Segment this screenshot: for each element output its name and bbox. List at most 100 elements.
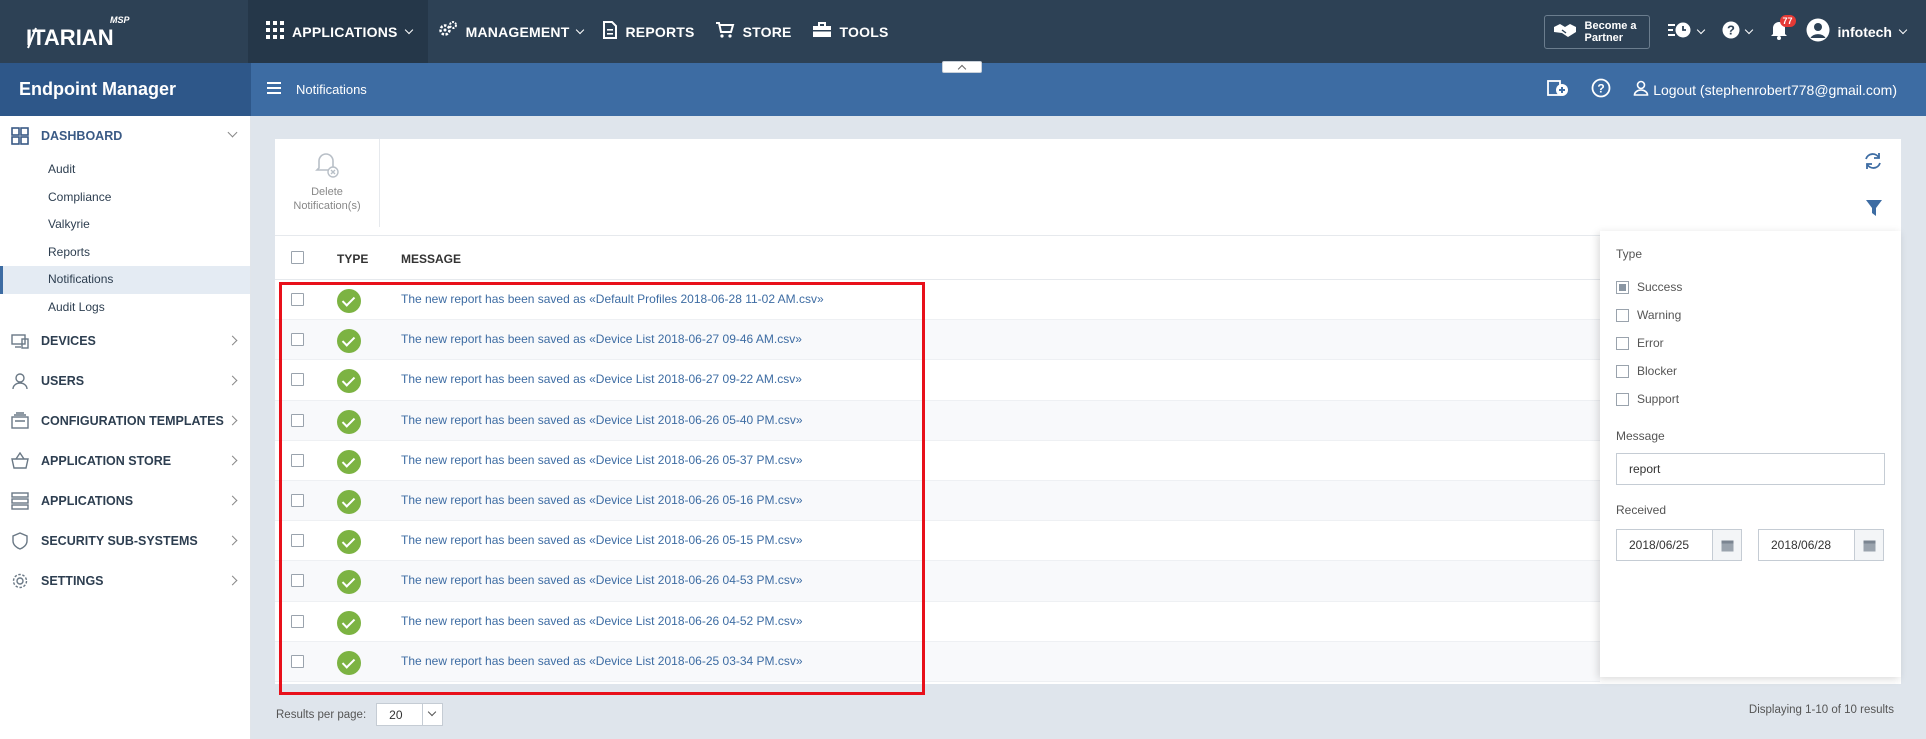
sidebar-group-configuration-templates[interactable]: CONFIGURATION TEMPLATES: [0, 401, 250, 441]
checkbox[interactable]: [1616, 364, 1629, 378]
filter-type-warning[interactable]: Warning: [1616, 301, 1885, 329]
help-menu[interactable]: ?: [1722, 21, 1753, 42]
logout-link[interactable]: Logout (stephenrobert778@gmail.com): [1633, 80, 1897, 99]
sidebar-group-security-sub-systems[interactable]: SECURITY SUB-SYSTEMS: [0, 521, 250, 561]
select-all-checkbox[interactable]: [291, 251, 304, 264]
become-partner-button[interactable]: Become a Partner: [1543, 14, 1650, 49]
notification-message-link[interactable]: The new report has been saved as «Device…: [401, 493, 803, 507]
itarian-logo[interactable]: ITARIAN MSP: [22, 12, 147, 50]
sidebar-item-audit-logs[interactable]: Audit Logs: [0, 294, 250, 322]
filter-type-blocker[interactable]: Blocker: [1616, 357, 1885, 385]
applications-icon: [10, 491, 30, 511]
nav-management[interactable]: MANAGEMENT: [428, 0, 594, 63]
pagination-controls: Results per page: 20: [276, 703, 444, 726]
nav-reports[interactable]: REPORTS: [593, 0, 704, 63]
table-row: The new report has been saved as «Device…: [275, 320, 1600, 361]
collapse-header-toggle[interactable]: [942, 61, 982, 73]
notification-message-link[interactable]: The new report has been saved as «Device…: [401, 654, 803, 668]
row-checkbox[interactable]: [291, 574, 304, 588]
history-menu[interactable]: [1667, 21, 1705, 42]
delete-notifications-label: Delete Notification(s): [293, 186, 361, 212]
option-label: Warning: [1637, 308, 1682, 322]
date-from-field[interactable]: 2018/06/25: [1616, 529, 1742, 561]
filter-type-success[interactable]: Success: [1616, 273, 1885, 301]
row-checkbox[interactable]: [291, 333, 304, 347]
notification-message-link[interactable]: The new report has been saved as «Device…: [401, 413, 803, 427]
help-circle-icon[interactable]: ?: [1591, 78, 1611, 101]
column-header-message[interactable]: MESSAGE: [401, 252, 461, 266]
row-checkbox[interactable]: [291, 614, 304, 628]
row-checkbox[interactable]: [291, 493, 304, 507]
filter-message-label: Message: [1616, 429, 1665, 443]
chevron-down-icon: [1696, 25, 1705, 34]
option-label: Blocker: [1637, 364, 1678, 378]
date-to-input[interactable]: 2018/06/28: [1758, 529, 1855, 561]
checkbox[interactable]: [1616, 308, 1629, 322]
svg-text:?: ?: [1727, 23, 1735, 38]
user-menu[interactable]: infotech: [1806, 18, 1908, 45]
add-task-icon[interactable]: [1547, 78, 1569, 101]
help-icon: ?: [1722, 21, 1740, 42]
sidebar-group-dashboard[interactable]: DASHBOARD: [0, 116, 250, 156]
notification-message-link[interactable]: The new report has been saved as «Defaul…: [401, 292, 824, 306]
checkbox[interactable]: [1616, 392, 1629, 406]
filter-icon[interactable]: [1865, 199, 1883, 220]
calendar-icon[interactable]: [1713, 529, 1742, 561]
chevron-right-icon: [227, 575, 238, 586]
notification-message-link[interactable]: The new report has been saved as «Device…: [401, 453, 803, 467]
row-checkbox[interactable]: [291, 654, 304, 668]
table-row: The new report has been saved as «Device…: [275, 441, 1600, 481]
sidebar-item-valkyrie[interactable]: Valkyrie: [0, 211, 250, 239]
row-checkbox[interactable]: [291, 413, 304, 427]
calendar-icon[interactable]: [1855, 529, 1884, 561]
row-checkbox[interactable]: [291, 293, 304, 306]
message-filter-input[interactable]: report: [1616, 453, 1885, 485]
filter-type-support[interactable]: Support: [1616, 385, 1885, 413]
delete-notifications-button[interactable]: Delete Notification(s): [275, 139, 380, 227]
row-checkbox[interactable]: [291, 373, 304, 387]
notification-message-link[interactable]: The new report has been saved as «Device…: [401, 614, 803, 628]
row-checkbox[interactable]: [291, 453, 304, 467]
sidebar: DASHBOARD Audit Compliance Valkyrie Repo…: [0, 116, 251, 739]
sidebar-group-application-store[interactable]: APPLICATION STORE: [0, 441, 250, 481]
notification-message-link[interactable]: The new report has been saved as «Device…: [401, 332, 802, 346]
sidebar-item-reports[interactable]: Reports: [0, 239, 250, 267]
svg-text:?: ?: [1598, 82, 1605, 96]
sidebar-group-users[interactable]: USERS: [0, 361, 250, 401]
option-label: Success: [1637, 280, 1683, 294]
results-per-page-select[interactable]: 20: [376, 703, 444, 726]
notification-message-link[interactable]: The new report has been saved as «Device…: [401, 573, 803, 587]
success-check-icon: [337, 449, 361, 474]
nav-store[interactable]: STORE: [705, 0, 802, 63]
column-header-type[interactable]: TYPE: [337, 252, 368, 266]
cart-icon: [715, 21, 735, 42]
sidebar-group-devices[interactable]: DEVICES: [0, 321, 250, 361]
logout-label: Logout (stephenrobert778@gmail.com): [1653, 81, 1897, 98]
sidebar-item-audit[interactable]: Audit: [0, 156, 250, 184]
menu-toggle-icon[interactable]: [267, 82, 281, 94]
row-checkbox[interactable]: [291, 534, 304, 548]
table-row: The new report has been saved as «Device…: [275, 360, 1600, 401]
chevron-right-icon: [227, 535, 238, 546]
filter-type-label: Type: [1616, 247, 1643, 261]
nav-tools[interactable]: TOOLS: [802, 0, 899, 63]
sidebar-item-notifications[interactable]: Notifications: [0, 266, 250, 294]
notification-message-link[interactable]: The new report has been saved as «Device…: [401, 372, 802, 386]
refresh-icon[interactable]: [1863, 151, 1883, 174]
filter-received-label: Received: [1616, 503, 1667, 517]
checkbox[interactable]: [1616, 280, 1629, 294]
sidebar-group-applications[interactable]: APPLICATIONS: [0, 481, 250, 521]
filter-type-error[interactable]: Error: [1616, 329, 1885, 357]
avatar: [1806, 18, 1830, 45]
checkbox[interactable]: [1616, 336, 1629, 350]
nav-applications[interactable]: APPLICATIONS: [248, 0, 428, 63]
notifications-bell[interactable]: 77: [1770, 15, 1796, 43]
sidebar-group-label: SECURITY SUB-SYSTEMS: [41, 534, 198, 548]
notification-message-link[interactable]: The new report has been saved as «Device…: [401, 533, 803, 547]
sidebar-group-settings[interactable]: SETTINGS: [0, 561, 250, 601]
date-from-input[interactable]: 2018/06/25: [1616, 529, 1713, 561]
top-navigation-bar: ITARIAN MSP APPLICATIONS MANAGEMENT REPO…: [0, 0, 1926, 63]
sidebar-item-compliance[interactable]: Compliance: [0, 184, 250, 212]
dashboard-icon: [10, 126, 30, 146]
date-to-field[interactable]: 2018/06/28: [1758, 529, 1884, 561]
